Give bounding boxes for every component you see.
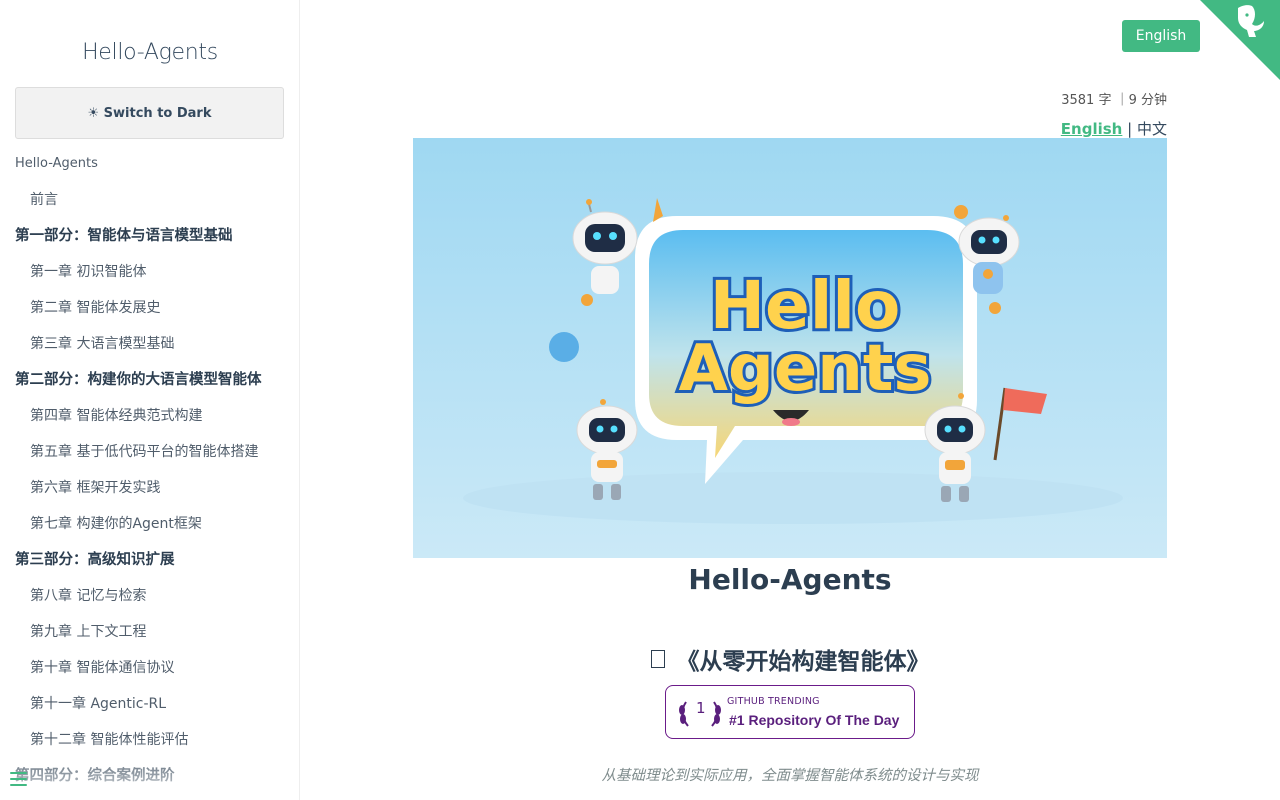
switch-theme-button[interactable]: ☀ Switch to Dark <box>15 87 284 139</box>
sidebar-item[interactable]: 第十一章 Agentic-RL <box>15 686 295 722</box>
hero-banner-image: Hello Agents <box>413 138 1167 558</box>
book-subtitle: 《从零开始构建智能体》 <box>413 642 1167 676</box>
badge-rank: 1 <box>696 699 706 717</box>
sidebar-section[interactable]: 第一部分：智能体与语言模型基础 <box>15 218 295 254</box>
book-subtitle-text: 《从零开始构建智能体》 <box>676 649 930 675</box>
lang-separator: | <box>1127 120 1133 138</box>
english-link[interactable]: English <box>1061 120 1123 138</box>
sidebar-item[interactable]: 第二章 智能体发展史 <box>15 290 295 326</box>
language-links: English | 中文 <box>1061 118 1167 139</box>
hero-logo-line2: Agents <box>679 332 932 406</box>
sidebar-item[interactable]: 第九章 上下文工程 <box>15 614 295 650</box>
app-name[interactable]: Hello-Agents <box>0 40 299 65</box>
sidebar-nav: Hello-Agents 前言 第一部分：智能体与语言模型基础 第一章 初识智能体 第二… <box>15 146 295 794</box>
badge-label: GITHUB TRENDING <box>727 696 820 707</box>
github-corner-icon[interactable] <box>1200 0 1280 80</box>
sidebar-item[interactable]: 第七章 构建你的Agent框架 <box>15 506 295 542</box>
sidebar-item[interactable]: 第三章 大语言模型基础 <box>15 326 295 362</box>
sidebar-item[interactable]: 第十二章 智能体性能评估 <box>15 722 295 758</box>
sidebar-item[interactable]: 第四章 智能体经典范式构建 <box>15 398 295 434</box>
sidebar-item[interactable]: 第一章 初识智能体 <box>15 254 295 290</box>
sidebar-item[interactable]: 前言 <box>15 182 295 218</box>
sidebar-item[interactable]: Hello-Agents <box>15 146 295 182</box>
sidebar-section[interactable]: 第二部分：构建你的大语言模型智能体 <box>15 362 295 398</box>
sidebar-item[interactable]: 第八章 记忆与检索 <box>15 578 295 614</box>
sidebar-section[interactable]: 第四部分：综合案例进阶 <box>15 758 295 794</box>
sidebar-item[interactable]: 第六章 框架开发实践 <box>15 470 295 506</box>
sidebar-section[interactable]: 第三部分：高级知识扩展 <box>15 542 295 578</box>
word-count: 3581 字 ｜9 分钟 <box>1061 93 1167 108</box>
language-button[interactable]: English <box>1122 20 1200 52</box>
github-trending-badge[interactable]: 1 GITHUB TRENDING #1 Repository Of The D… <box>665 685 915 739</box>
sidebar: Hello-Agents ☀ Switch to Dark Hello-Agen… <box>0 0 300 800</box>
sidebar-item[interactable]: 第十章 智能体通信协议 <box>15 650 295 686</box>
badge-title: #1 Repository Of The Day <box>729 712 900 728</box>
book-icon <box>650 650 665 668</box>
sidebar-item[interactable]: 第五章 基于低代码平台的智能体搭建 <box>15 434 295 470</box>
tagline: 从基础理论到实际应用，全面掌握智能体系统的设计与实现 <box>601 768 979 784</box>
chinese-link[interactable]: 中文 <box>1137 120 1167 138</box>
page-title: Hello-Agents <box>688 563 892 596</box>
sidebar-toggle-icon[interactable] <box>10 772 27 786</box>
